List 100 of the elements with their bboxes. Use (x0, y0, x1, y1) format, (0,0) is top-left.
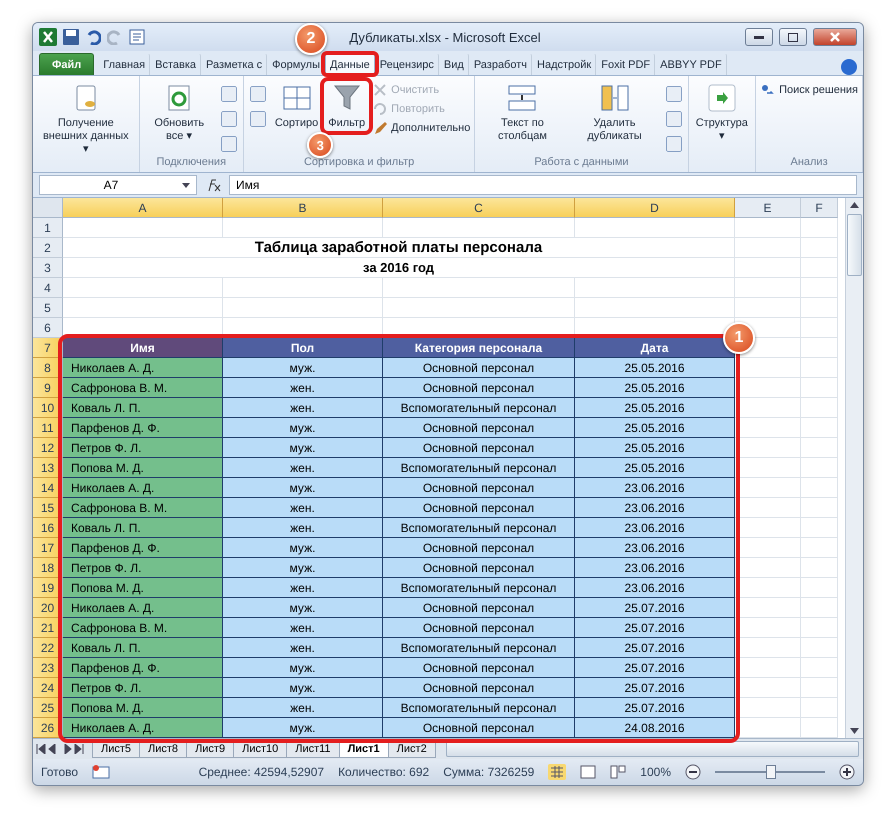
ribbon-button[interactable]: Поиск решения (760, 82, 858, 98)
table-cell: Петров Ф. Л. (63, 678, 223, 698)
group-label: Анализ (789, 156, 829, 170)
column-header[interactable]: D (575, 198, 735, 218)
file-tab[interactable]: Файл (39, 53, 94, 75)
table-cell: 23.06.2016 (575, 478, 735, 498)
filter-button[interactable]: Фильтр (325, 78, 368, 130)
macro-record-icon[interactable] (92, 765, 110, 779)
ribbon-button[interactable]: Получение внешних данных ▾ (37, 78, 135, 156)
callout-number: 3 (307, 132, 334, 158)
group-label: Сортировка и фильтр (302, 156, 416, 170)
table-title: Таблица заработной платы персонала (63, 238, 735, 258)
table-cell: Основной персонал (383, 658, 575, 678)
table-cell: Петров Ф. Л. (63, 558, 223, 578)
empty-cell (801, 498, 838, 518)
status-count: Количество: 692 (338, 765, 430, 779)
column-header[interactable]: C (383, 198, 575, 218)
scrollbar-thumb[interactable] (847, 214, 862, 276)
table-cell: Вспомогательный персонал (383, 518, 575, 538)
table-cell: Сафронова В. М. (63, 378, 223, 398)
row-header[interactable]: 6 (33, 318, 63, 338)
formula-field[interactable]: Имя (229, 175, 857, 195)
zoom-in-icon[interactable] (839, 764, 855, 780)
table-cell: муж. (223, 678, 383, 698)
table-cell: Вспомогательный персонал (383, 458, 575, 478)
column-header[interactable]: E (735, 198, 801, 218)
table-cell: Вспомогательный персонал (383, 398, 575, 418)
table-cell: Основной персонал (383, 558, 575, 578)
normal-view-icon[interactable] (548, 764, 566, 780)
minimize-button[interactable] (745, 28, 773, 46)
table-cell: 25.05.2016 (575, 418, 735, 438)
row-header[interactable]: 3 (33, 258, 63, 278)
table-cell: Николаев А. Д. (63, 358, 223, 378)
table-cell: муж. (223, 478, 383, 498)
table-cell: Петров Ф. Л. (63, 438, 223, 458)
table-cell: жен. (223, 618, 383, 638)
column-heading: Имя (63, 338, 223, 358)
table-cell: 25.07.2016 (575, 698, 735, 718)
maximize-button[interactable] (779, 28, 807, 46)
table-cell: муж. (223, 558, 383, 578)
table-subtitle: за 2016 год (63, 258, 735, 278)
empty-cell (801, 218, 838, 238)
ribbon-button[interactable]: Структура ▾ (692, 78, 752, 143)
empty-cell (801, 258, 838, 278)
page-break-icon[interactable] (610, 765, 626, 779)
scroll-up-icon[interactable] (850, 202, 859, 208)
table-cell: Основной персонал (383, 538, 575, 558)
table-cell: муж. (223, 438, 383, 458)
column-heading: Пол (223, 338, 383, 358)
zoom-slider-thumb[interactable] (766, 765, 776, 779)
ribbon-button[interactable]: Обновить все ▾ (144, 78, 215, 143)
zoom-out-icon[interactable] (685, 764, 701, 780)
ribbon-button[interactable]: Дополнительно (372, 120, 470, 136)
column-header[interactable]: A (63, 198, 223, 218)
close-button[interactable] (813, 28, 857, 46)
table-cell: Сафронова В. М. (63, 618, 223, 638)
ribbon-button[interactable]: Удалить дубликаты (570, 78, 660, 143)
help-icon[interactable] (841, 59, 857, 75)
vertical-scrollbar[interactable] (845, 198, 863, 738)
horizontal-scrollbar[interactable] (446, 741, 859, 757)
table-cell: муж. (223, 718, 383, 738)
save-icon[interactable] (63, 29, 79, 45)
table-cell: 23.06.2016 (575, 538, 735, 558)
empty-cell (801, 338, 838, 358)
empty-cell (801, 458, 838, 478)
table-cell: 23.06.2016 (575, 578, 735, 598)
scroll-down-icon[interactable] (850, 728, 859, 734)
empty-cell (801, 478, 838, 498)
empty-cell (801, 618, 838, 638)
zoom-level[interactable]: 100% (640, 765, 671, 779)
table-cell: Попова М. Д. (63, 698, 223, 718)
ribbon-button[interactable]: Сортиро (272, 78, 322, 130)
table-cell: Основной персонал (383, 478, 575, 498)
table-cell: 25.05.2016 (575, 358, 735, 378)
undo-icon[interactable] (85, 29, 101, 45)
empty-cell (801, 318, 838, 338)
table-cell: жен. (223, 378, 383, 398)
row-header[interactable]: 4 (33, 278, 63, 298)
empty-cell (735, 298, 801, 318)
table-cell: 23.06.2016 (575, 558, 735, 578)
ribbon-button[interactable]: Текст по столбцам (479, 78, 566, 143)
page-layout-icon[interactable] (580, 765, 596, 779)
table-cell: Парфенов Д. Ф. (63, 658, 223, 678)
minimize-icon (754, 36, 764, 38)
table-cell: Парфенов Д. Ф. (63, 538, 223, 558)
column-header[interactable]: B (223, 198, 383, 218)
table-cell: Основной персонал (383, 718, 575, 738)
table-cell: жен. (223, 458, 383, 478)
empty-cell (801, 438, 838, 458)
row-header[interactable]: 2 (33, 238, 63, 258)
row-header[interactable]: 1 (33, 218, 63, 238)
empty-cell (801, 518, 838, 538)
form-icon[interactable] (129, 29, 145, 45)
name-box[interactable]: A7 (39, 175, 197, 195)
column-header[interactable]: F (801, 198, 838, 218)
status-sum: Сумма: 7326259 (443, 765, 534, 779)
row-header[interactable]: 5 (33, 298, 63, 318)
table-cell: жен. (223, 698, 383, 718)
table-cell: Николаев А. Д. (63, 478, 223, 498)
table-cell: 23.06.2016 (575, 518, 735, 538)
